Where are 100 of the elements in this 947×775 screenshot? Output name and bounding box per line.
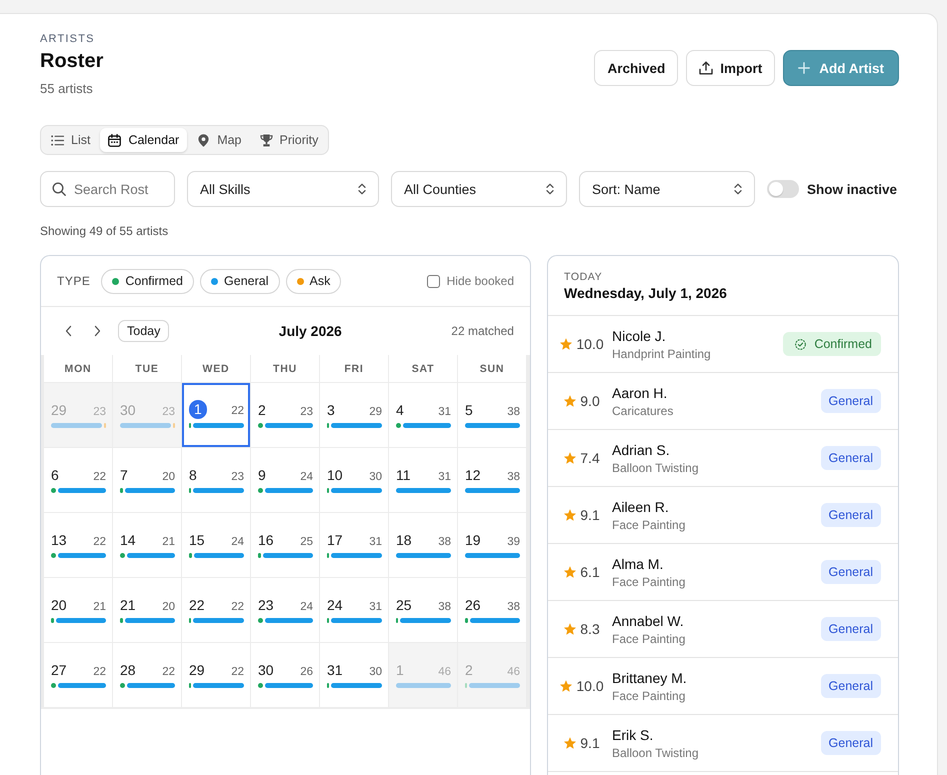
artist-score: 7.4 [580,450,600,466]
today-eyebrow: TODAY [564,270,604,284]
calendar-day-cell[interactable]: 11 31 [389,448,457,512]
confirmed-dot-icon [120,683,125,688]
chevron-right-icon[interactable] [94,325,101,337]
artist-name[interactable]: Adrian S. [612,440,698,458]
day-number: 6 [51,466,59,484]
calendar-day-cell[interactable]: 10 30 [320,448,388,512]
calendar-day-cell[interactable]: 17 31 [320,513,388,577]
calendar-day-cell[interactable]: 1 22 [182,383,250,447]
calendar-day-cell[interactable]: 27 22 [44,643,112,707]
counties-dropdown[interactable]: All Counties [391,171,567,207]
calendar-day-cell[interactable]: 22 22 [182,578,250,642]
day-number: 9 [258,466,266,484]
weekday-header: TUE [113,355,181,382]
calendar-day-cell[interactable]: 5 38 [458,383,526,447]
calendar-day-cell[interactable]: 20 21 [44,578,112,642]
hide-booked-checkbox[interactable] [426,274,440,288]
day-count: 23 [300,406,313,418]
search-field[interactable]: Search Rost [40,171,175,207]
archived-button[interactable]: Archived [594,50,678,86]
general-bar [470,618,520,623]
calendar-day-cell[interactable]: 2 23 [251,383,319,447]
calendar-day-cell[interactable]: 9 24 [251,448,319,512]
general-bar [465,423,520,428]
calendar-day-cell[interactable]: 14 21 [113,513,181,577]
calendar-day-cell[interactable]: 12 38 [458,448,526,512]
calendar-day-cell[interactable]: 23 24 [251,578,319,642]
confirmed-tick-icon [327,423,329,428]
artist-name[interactable]: Nicole J. [612,326,711,344]
calendar-day-cell[interactable]: 13 22 [44,513,112,577]
general-bar [125,618,175,623]
view-tab[interactable]: Priority [252,128,326,152]
artist-name[interactable]: Alma M. [612,554,686,572]
calendar-day-cell[interactable]: 31 30 [320,643,388,707]
general-bar [193,683,244,688]
calendar-day-cell[interactable]: 8 23 [182,448,250,512]
calendar-day-cell[interactable]: 7 20 [113,448,181,512]
up-down-chevron-icon [358,183,366,195]
today-button[interactable]: Today [118,320,170,342]
day-count: 23 [231,471,244,483]
confirmed-tick-icon [465,683,467,688]
type-filter-chip[interactable]: Confirmed [101,268,194,294]
calendar-day-cell[interactable]: 15 24 [182,513,250,577]
view-tab[interactable]: Map [189,128,250,152]
confirmed-dot-icon [258,618,263,623]
toggle-label[interactable]: Show inactive [807,182,898,196]
day-number: 24 [327,596,343,614]
view-tab[interactable]: List [43,128,98,152]
calendar-day-cell[interactable]: 18 38 [389,513,457,577]
import-button[interactable]: Import [686,50,776,86]
chevron-left-icon[interactable] [65,325,72,337]
calendar-day-cell[interactable]: 6 22 [44,448,112,512]
day-count: 38 [507,471,520,483]
artist-name[interactable]: Erik S. [612,726,698,744]
star-icon [560,338,572,350]
skills-dropdown[interactable]: All Skills [187,171,379,207]
artist-name[interactable]: Aaron H. [612,384,674,402]
day-count: 38 [438,601,451,613]
calendar-day-cell[interactable]: 28 22 [113,643,181,707]
general-bar [265,488,313,493]
type-filter-chip[interactable]: General [200,268,280,294]
general-bar [125,488,175,493]
day-number: 2 [465,661,473,679]
general-bar [193,423,244,428]
artist-name[interactable]: Annabel W. [612,612,686,630]
weekday-header: THU [251,355,319,382]
calendar-day-cell[interactable]: 21 20 [113,578,181,642]
type-filter-chip[interactable]: Ask [286,268,342,294]
day-count: 24 [300,471,313,483]
sort-dropdown[interactable]: Sort: Name [579,171,755,207]
calendar-day-cell[interactable]: 29 22 [182,643,250,707]
general-bar [120,423,171,428]
calendar-icon [108,134,122,146]
plus-icon [798,62,810,74]
confirmed-dot-icon [51,683,56,688]
calendar-day-cell[interactable]: 26 38 [458,578,526,642]
hide-booked-label[interactable]: Hide booked [446,274,514,288]
day-number: 31 [327,661,343,679]
calendar-day-cell[interactable]: 16 25 [251,513,319,577]
artist-name[interactable]: Brittaney M. [612,668,687,686]
calendar-day-cell[interactable]: 4 31 [389,383,457,447]
calendar-day-cell[interactable]: 3 29 [320,383,388,447]
star-icon [564,509,576,521]
star-icon [564,452,576,464]
list-icon [51,134,64,146]
star-icon [564,566,576,578]
general-bar [331,553,382,558]
calendar-day-cell[interactable]: 30 26 [251,643,319,707]
day-count: 30 [369,471,382,483]
day-count: 39 [507,536,520,548]
badge-label: Confirmed [814,337,872,351]
calendar-day-cell[interactable]: 25 38 [389,578,457,642]
day-number: 29 [51,401,67,419]
calendar-day-cell[interactable]: 19 39 [458,513,526,577]
calendar-day-cell[interactable]: 24 31 [320,578,388,642]
view-tab[interactable]: Calendar [100,128,188,152]
confirmed-dot-icon [51,488,56,493]
artist-name[interactable]: Aileen R. [612,498,686,516]
artist-skill: Balloon Twisting [612,460,698,476]
